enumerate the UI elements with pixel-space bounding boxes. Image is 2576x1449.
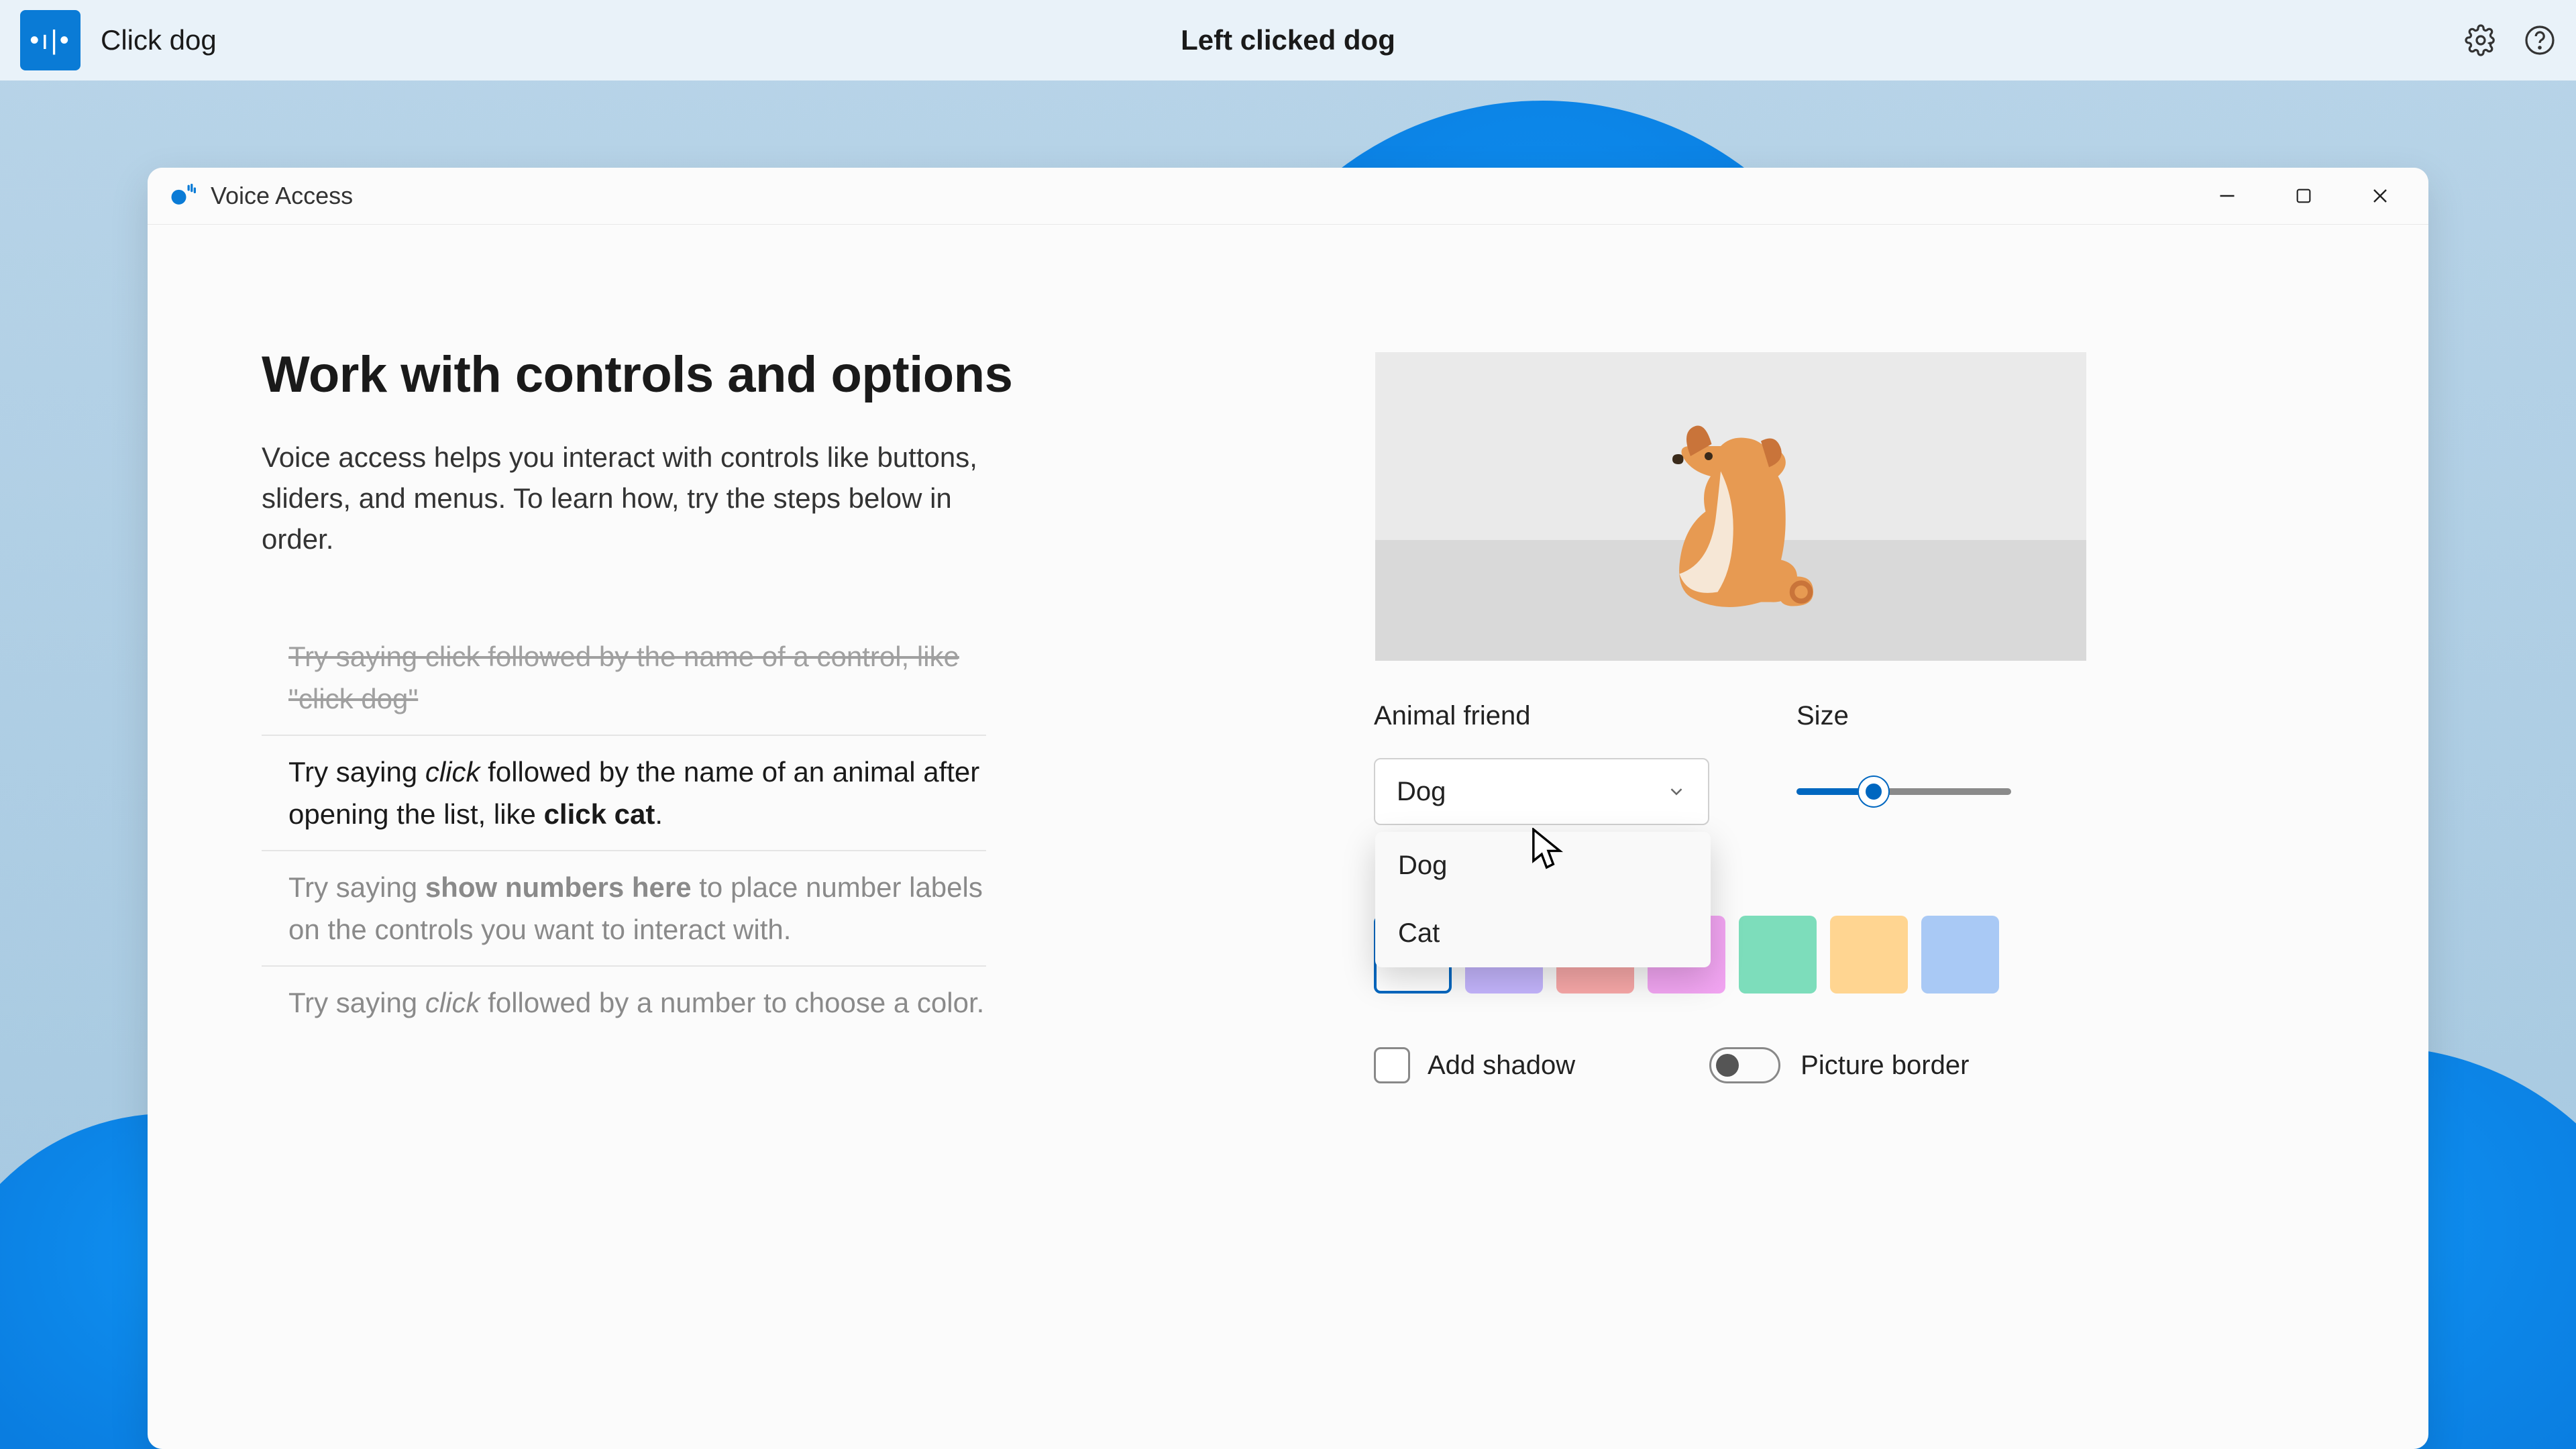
animal-option-dog[interactable]: Dog <box>1375 832 1711 900</box>
voice-access-app-icon <box>168 181 197 211</box>
maximize-button[interactable] <box>2289 181 2318 211</box>
mic-icon[interactable]: •ı|• <box>20 10 80 70</box>
minimize-button[interactable] <box>2212 181 2242 211</box>
page-description: Voice access helps you interact with con… <box>262 437 1013 560</box>
page-heading: Work with controls and options <box>262 345 1053 404</box>
color-swatch-5[interactable] <box>1830 916 1908 994</box>
color-swatch-6[interactable] <box>1921 916 1999 994</box>
help-icon[interactable] <box>2524 24 2556 56</box>
size-label: Size <box>1796 701 2088 731</box>
color-swatch-4[interactable] <box>1739 916 1817 994</box>
animal-select[interactable]: Dog Dog Cat <box>1374 758 1709 825</box>
dog-illustration <box>1630 399 1831 614</box>
picture-border-toggle[interactable] <box>1709 1047 1780 1083</box>
add-shadow-checkbox[interactable] <box>1374 1047 1410 1083</box>
step-4: Try saying click followed by a number to… <box>262 967 986 1038</box>
voice-access-window: Voice Access Work with controls and opti… <box>148 168 2428 1449</box>
gear-icon[interactable] <box>2465 24 2497 56</box>
voice-access-bar: •ı|• Click dog Left clicked dog <box>0 0 2576 80</box>
add-shadow-label: Add shadow <box>1428 1051 1575 1081</box>
animal-label: Animal friend <box>1374 701 1709 731</box>
window-titlebar: Voice Access <box>148 168 2428 225</box>
steps-list: Try saying click followed by the name of… <box>262 621 986 1038</box>
animal-dropdown: Dog Cat <box>1375 832 1711 967</box>
voice-command-text: Click dog <box>101 24 217 56</box>
animal-option-cat[interactable]: Cat <box>1375 900 1711 967</box>
picture-border-label: Picture border <box>1801 1051 1969 1081</box>
step-1: Try saying click followed by the name of… <box>262 621 986 736</box>
voice-status-text: Left clicked dog <box>1181 24 1395 56</box>
toggle-knob <box>1716 1054 1739 1077</box>
demo-card: Animal friend Dog Dog Cat <box>1342 352 2120 1449</box>
window-title: Voice Access <box>211 182 353 210</box>
animal-select-value: Dog <box>1397 777 1446 807</box>
chevron-down-icon <box>1666 782 1686 802</box>
slider-thumb[interactable] <box>1859 777 1888 806</box>
step-2: Try saying click followed by the name of… <box>262 736 986 851</box>
close-button[interactable] <box>2365 181 2395 211</box>
step-3: Try saying show numbers here to place nu… <box>262 851 986 967</box>
animal-preview <box>1375 352 2086 661</box>
size-slider[interactable] <box>1796 758 2011 825</box>
